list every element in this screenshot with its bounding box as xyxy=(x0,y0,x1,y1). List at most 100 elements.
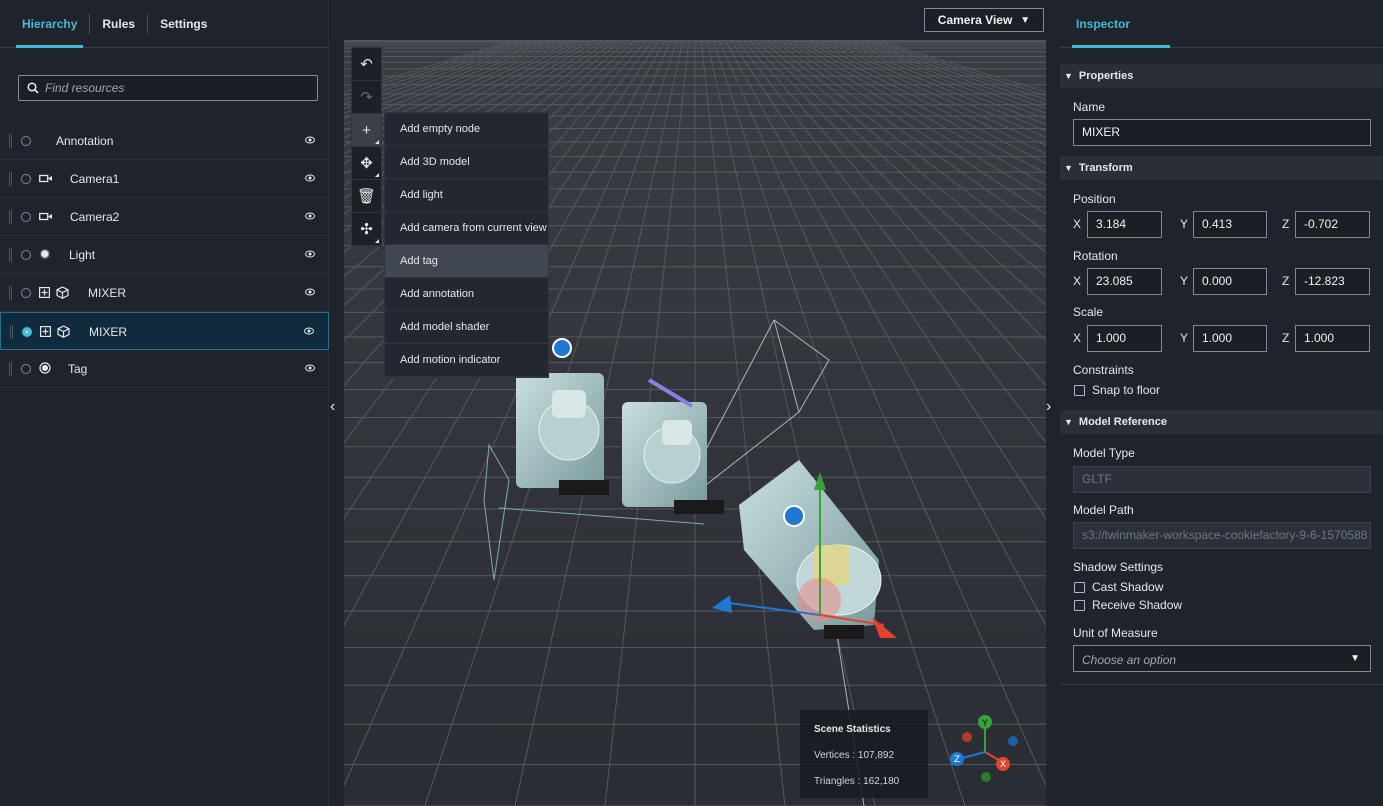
cast-shadow-label: Cast Shadow xyxy=(1092,580,1164,594)
model-type-input: GLTF xyxy=(1073,466,1371,493)
caret-down-icon: ▼ xyxy=(1064,163,1073,173)
neg-z-axis-handle[interactable] xyxy=(1008,736,1018,746)
position-y-input[interactable]: 0.413 xyxy=(1193,211,1267,238)
visibility-eye-icon[interactable] xyxy=(305,135,315,145)
model-reference-section-header[interactable]: ▼ Model Reference xyxy=(1060,410,1383,434)
cast-shadow-checkbox[interactable] xyxy=(1074,582,1085,593)
drag-handle-icon[interactable] xyxy=(9,286,12,300)
axis-orientation-gizmo[interactable]: Y X Z xyxy=(945,712,1025,792)
section-title: Transform xyxy=(1078,162,1133,174)
tree-item-camera1[interactable]: Camera1 xyxy=(0,160,329,198)
left-splitter[interactable] xyxy=(329,40,344,806)
stats-triangles: Triangles : 162,180 xyxy=(814,776,900,787)
visibility-eye-icon[interactable] xyxy=(305,249,315,259)
constraints-label: Constraints xyxy=(1073,363,1134,377)
tree-item-mixer-selected[interactable]: MIXER xyxy=(0,312,329,350)
scale-y-input[interactable]: 1.000 xyxy=(1193,325,1267,352)
visibility-eye-icon[interactable] xyxy=(305,211,315,221)
add-icon: + xyxy=(362,121,371,139)
transform-section-header[interactable]: ▼ Transform xyxy=(1060,156,1383,180)
mixer-model-1[interactable] xyxy=(516,373,609,495)
select-radio[interactable] xyxy=(21,212,31,222)
menu-add-empty-node[interactable]: Add empty node xyxy=(385,113,548,146)
neg-y-axis-handle[interactable] xyxy=(981,772,991,782)
collapse-left-panel-icon[interactable]: ‹ xyxy=(330,398,335,416)
visibility-eye-icon[interactable] xyxy=(305,363,315,373)
drag-handle-icon[interactable] xyxy=(9,134,12,148)
select-radio[interactable] xyxy=(21,288,31,298)
menu-add-tag[interactable]: Add tag xyxy=(385,245,548,278)
delete-button[interactable]: 🗑 xyxy=(352,180,381,213)
unit-placeholder: Choose an option xyxy=(1082,653,1177,667)
rotation-x-input[interactable]: 23.085 xyxy=(1087,268,1162,295)
tab-hierarchy[interactable]: Hierarchy xyxy=(10,0,89,48)
axis-z-label: Z xyxy=(1282,274,1290,288)
caret-down-icon: ▼ xyxy=(1064,71,1073,81)
search-input[interactable]: Find resources xyxy=(18,75,318,101)
drag-handle-icon[interactable] xyxy=(9,172,12,186)
tab-inspector[interactable]: Inspector xyxy=(1071,0,1171,48)
tree-item-label: Camera2 xyxy=(70,210,120,224)
menu-add-camera[interactable]: Add camera from current view xyxy=(385,212,548,245)
add-button[interactable]: + xyxy=(352,114,381,147)
snap-to-floor-checkbox[interactable] xyxy=(1074,385,1085,396)
drag-handle-icon[interactable] xyxy=(9,362,12,376)
menu-add-light[interactable]: Add light xyxy=(385,179,548,212)
expand-icon[interactable] xyxy=(40,326,51,337)
tree-item-label: MIXER xyxy=(88,286,127,300)
search-placeholder: Find resources xyxy=(45,81,125,95)
drag-handle-icon[interactable] xyxy=(10,325,13,339)
collapse-right-panel-icon[interactable]: › xyxy=(1046,398,1051,416)
tree-item-camera2[interactable]: Camera2 xyxy=(0,198,329,236)
camera-view-select[interactable]: Camera View ▼ xyxy=(924,8,1044,32)
expand-icon[interactable] xyxy=(39,287,50,298)
tree-item-annotation[interactable]: Annotation xyxy=(0,122,329,160)
tree-item-tag[interactable]: Tag xyxy=(0,350,329,388)
properties-section-header[interactable]: ▼ Properties xyxy=(1060,64,1383,88)
drag-handle-icon[interactable] xyxy=(9,210,12,224)
rotation-y-input[interactable]: 0.000 xyxy=(1193,268,1267,295)
tree-item-mixer[interactable]: MIXER xyxy=(0,274,329,312)
neg-x-axis-handle[interactable] xyxy=(962,732,972,742)
camera-move-button[interactable]: ✣ xyxy=(352,213,381,246)
select-radio[interactable] xyxy=(21,174,31,184)
trash-icon: 🗑 xyxy=(356,188,377,205)
section-title: Model Reference xyxy=(1078,416,1167,428)
unit-of-measure-select[interactable]: Choose an option ▼ xyxy=(1073,645,1371,672)
select-radio[interactable] xyxy=(21,364,31,374)
select-radio[interactable] xyxy=(22,327,32,337)
tab-rules[interactable]: Rules xyxy=(90,0,147,48)
visibility-eye-icon[interactable] xyxy=(304,326,314,336)
transform-mode-button[interactable]: ✥ xyxy=(352,147,381,180)
receive-shadow-checkbox[interactable] xyxy=(1074,600,1085,611)
visibility-eye-icon[interactable] xyxy=(305,173,315,183)
rotation-z-input[interactable]: -12.823 xyxy=(1295,268,1370,295)
shadow-settings-label: Shadow Settings xyxy=(1073,560,1164,574)
scale-z-input[interactable]: 1.000 xyxy=(1295,325,1370,352)
position-x-input[interactable]: 3.184 xyxy=(1087,211,1162,238)
scene-hierarchy-tree: Annotation Camera1 Camera2 ✹ Light MIXER… xyxy=(0,122,329,388)
scale-x-input[interactable]: 1.000 xyxy=(1087,325,1162,352)
scene-statistics-panel: Scene Statistics Vertices : 107,892 Tria… xyxy=(800,710,928,798)
undo-button[interactable]: ↶ xyxy=(352,48,381,81)
redo-button[interactable]: ↷ xyxy=(352,81,381,114)
tag-marker-icon[interactable] xyxy=(552,338,572,358)
tree-item-light[interactable]: ✹ Light xyxy=(0,236,329,274)
menu-add-3d-model[interactable]: Add 3D model xyxy=(385,146,548,179)
chevron-down-icon: ▼ xyxy=(1020,14,1031,26)
axis-x-label: X xyxy=(1073,274,1082,288)
axis-x-label: X xyxy=(1073,217,1082,231)
visibility-eye-icon[interactable] xyxy=(305,287,315,297)
name-label: Name xyxy=(1073,100,1106,114)
menu-add-model-shader[interactable]: Add model shader xyxy=(385,311,548,344)
select-radio[interactable] xyxy=(21,250,31,260)
model-type-label: Model Type xyxy=(1073,446,1135,460)
menu-add-motion-indicator[interactable]: Add motion indicator xyxy=(385,344,548,377)
menu-add-annotation[interactable]: Add annotation xyxy=(385,278,548,311)
drag-handle-icon[interactable] xyxy=(9,248,12,262)
rotation-label: Rotation xyxy=(1073,249,1118,263)
position-z-input[interactable]: -0.702 xyxy=(1295,211,1370,238)
tab-settings[interactable]: Settings xyxy=(148,0,219,48)
name-input[interactable]: MIXER xyxy=(1073,119,1371,146)
select-radio[interactable] xyxy=(21,136,31,146)
